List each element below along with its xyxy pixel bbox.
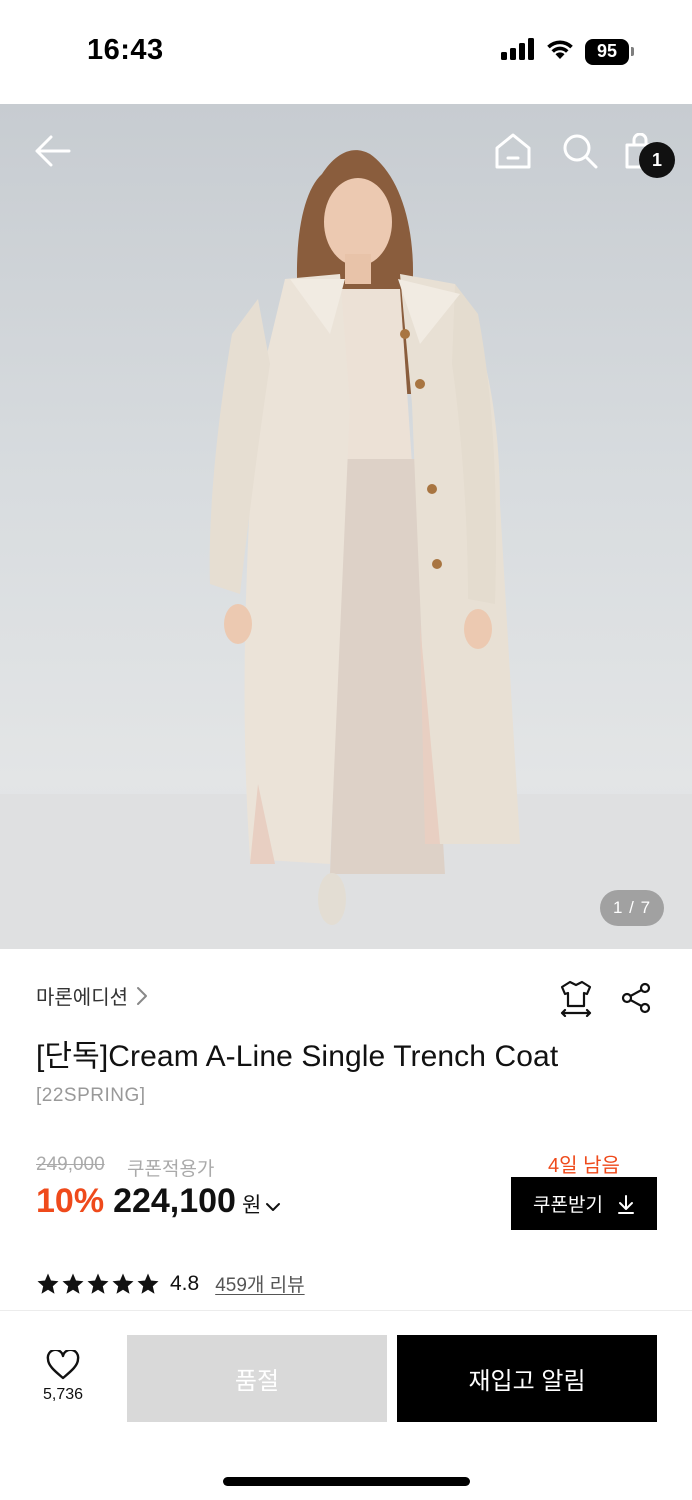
coupon-price-note: 쿠폰적용가: [127, 1159, 215, 1180]
soldout-button: 품절: [127, 1335, 387, 1422]
like-count: 5,736: [42, 1386, 84, 1403]
star-rating: [36, 1272, 160, 1296]
bottom-bar-divider: [0, 1310, 692, 1311]
size-guide-button[interactable]: [558, 979, 594, 1017]
star-icon: [62, 1273, 84, 1294]
product-image-carousel[interactable]: 1 1 / 7: [0, 104, 692, 949]
chevron-down-icon: [265, 1202, 281, 1212]
season-tag: [22SPRING]: [36, 1085, 146, 1106]
star-icon: [87, 1273, 109, 1294]
currency-unit: 원: [241, 1194, 262, 1217]
image-page-indicator: 1 / 7: [600, 890, 664, 926]
share-button[interactable]: [618, 979, 654, 1017]
product-photo: [0, 150, 692, 949]
back-button[interactable]: [30, 128, 76, 174]
heart-icon: [46, 1350, 80, 1380]
like-button[interactable]: 5,736: [30, 1350, 96, 1416]
star-icon: [112, 1273, 134, 1294]
review-count-link[interactable]: 459개 리뷰: [215, 1270, 304, 1297]
home-icon: [495, 133, 531, 169]
original-price: 249,000: [36, 1154, 105, 1175]
cart-count-badge: 1: [639, 142, 675, 178]
sale-price: 224,100: [113, 1182, 236, 1220]
get-coupon-button[interactable]: 쿠폰받기: [511, 1177, 657, 1230]
discount-rate: 10%: [36, 1182, 105, 1220]
download-icon: [617, 1194, 634, 1214]
get-coupon-label: 쿠폰받기: [533, 1195, 603, 1216]
home-indicator[interactable]: [223, 1477, 470, 1486]
status-bar: 16:43 95: [0, 0, 692, 104]
status-time: 16:43: [87, 34, 164, 66]
rating-value: 4.8: [170, 1271, 200, 1295]
star-icon: [137, 1273, 159, 1294]
price-details-toggle[interactable]: 10% 224,100 원: [36, 1182, 281, 1221]
star-icon: [37, 1273, 59, 1294]
wifi-icon: [545, 38, 575, 65]
battery-level: 95: [585, 38, 629, 65]
product-title: [단독]Cream A-Line Single Trench Coat: [36, 1040, 559, 1073]
coupon-days-left: 4일 남음: [548, 1155, 620, 1177]
battery-icon: 95: [585, 38, 634, 65]
search-button[interactable]: [557, 128, 603, 174]
brand-link[interactable]: 마론에디션: [36, 981, 148, 1010]
size-guide-icon: [560, 980, 592, 1017]
home-button[interactable]: [490, 128, 536, 174]
cellular-signal-icon: [501, 38, 535, 65]
search-icon: [563, 134, 598, 169]
chevron-right-icon: [137, 986, 147, 1005]
status-icons: 95: [501, 38, 634, 65]
back-arrow-icon: [35, 135, 71, 167]
brand-name: 마론에디션: [36, 987, 128, 1009]
rating-row: 4.8 459개 리뷰: [36, 1270, 305, 1297]
share-icon: [621, 982, 651, 1014]
product-tools: [558, 979, 654, 1017]
restock-alert-button[interactable]: 재입고 알림: [397, 1335, 657, 1422]
